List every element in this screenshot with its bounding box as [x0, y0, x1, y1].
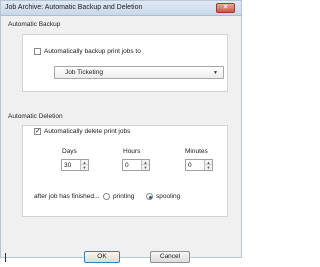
radio-printing-row[interactable]: printing: [103, 193, 134, 200]
backup-destination-value: Job Ticketing: [65, 69, 103, 76]
hours-spin-buttons: ▲ ▼: [141, 160, 149, 170]
days-spinner[interactable]: 30 ▲ ▼: [61, 159, 89, 171]
hours-spinner[interactable]: 0 ▲ ▼: [122, 159, 150, 171]
deletion-group: [22, 125, 228, 217]
title-bar: Job Archive: Automatic Backup and Deleti…: [1, 1, 241, 16]
backup-heading: Automatic Backup: [8, 21, 61, 28]
deletion-checkbox-label: Automatically delete print jobs: [44, 128, 131, 135]
after-job-label: after job has finished...: [34, 193, 100, 200]
hours-value: 0: [125, 161, 129, 169]
hours-label: Hours: [123, 148, 141, 155]
radio-spooling-label: spooling: [156, 193, 181, 200]
backup-destination-select[interactable]: Job Ticketing ▼: [54, 66, 224, 79]
chevron-down-icon: ▼: [213, 70, 218, 76]
minutes-label: Minutes: [185, 148, 208, 155]
radio-spooling-row[interactable]: spooling: [146, 193, 180, 200]
minutes-spin-buttons: ▲ ▼: [204, 160, 212, 170]
close-button[interactable]: ✕: [216, 3, 235, 13]
days-label: Days: [62, 148, 77, 155]
minutes-spinner[interactable]: 0 ▲ ▼: [185, 159, 213, 171]
cancel-button[interactable]: Cancel: [150, 251, 190, 263]
days-spin-buttons: ▲ ▼: [80, 160, 88, 170]
minutes-down-icon[interactable]: ▼: [205, 165, 212, 170]
backup-group: [22, 34, 228, 92]
dialog-title: Job Archive: Automatic Backup and Deleti…: [5, 4, 143, 11]
hours-down-icon[interactable]: ▼: [142, 165, 149, 170]
deletion-checkbox[interactable]: [34, 127, 41, 135]
text-cursor: [5, 253, 6, 262]
backup-checkbox-label: Automatically backup print jobs to: [44, 48, 141, 55]
deletion-heading: Automatic Deletion: [8, 113, 63, 120]
radio-printing-label: printing: [113, 193, 135, 200]
deletion-checkbox-row[interactable]: Automatically delete print jobs: [34, 127, 131, 135]
backup-checkbox-row[interactable]: Automatically backup print jobs to: [34, 48, 141, 55]
radio-spooling[interactable]: [146, 193, 153, 200]
days-down-icon[interactable]: ▼: [81, 165, 88, 170]
radio-printing[interactable]: [103, 193, 110, 200]
ok-button[interactable]: OK: [84, 251, 120, 263]
close-icon: ✕: [222, 4, 229, 11]
backup-checkbox[interactable]: [34, 48, 41, 55]
minutes-value: 0: [188, 161, 192, 169]
archive-dialog: Job Archive: Automatic Backup and Deleti…: [0, 0, 242, 263]
days-value: 30: [64, 161, 72, 169]
